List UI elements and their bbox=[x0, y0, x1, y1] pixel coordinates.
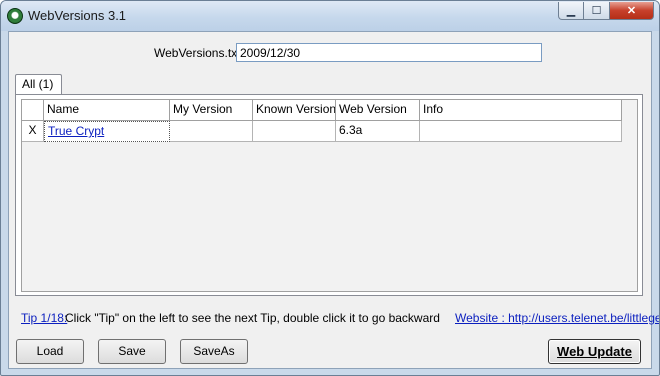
minimize-button[interactable]: ▁ bbox=[558, 2, 584, 20]
table-row[interactable]: X True Crypt 6.3a bbox=[22, 121, 622, 142]
column-header-info[interactable]: Info bbox=[420, 100, 622, 121]
minimize-icon: ▁ bbox=[566, 5, 576, 17]
tab-panel: Name My Version Known Version Web Versio… bbox=[15, 94, 643, 296]
title-bar[interactable]: WebVersions 3.1 ▁ ☐ ✕ bbox=[1, 1, 659, 31]
cell-info[interactable] bbox=[420, 121, 622, 142]
cell-my-version[interactable] bbox=[170, 121, 253, 142]
versions-grid[interactable]: Name My Version Known Version Web Versio… bbox=[21, 99, 638, 292]
maximize-icon: ☐ bbox=[591, 5, 602, 17]
tab-all[interactable]: All (1) bbox=[15, 74, 63, 95]
cell-known-version[interactable] bbox=[253, 121, 336, 142]
tip-text: Click "Tip" on the left to see the next … bbox=[65, 311, 440, 325]
main-content: WebVersions.txt: All (1) Name My Version… bbox=[8, 31, 659, 369]
row-marker[interactable]: X bbox=[22, 121, 44, 142]
column-header-known-version[interactable]: Known Version bbox=[253, 100, 336, 121]
column-header-web-version[interactable]: Web Version bbox=[336, 100, 420, 121]
column-header-my-version[interactable]: My Version bbox=[170, 100, 253, 121]
grid-header: Name My Version Known Version Web Versio… bbox=[22, 100, 622, 121]
column-header-name[interactable]: Name bbox=[44, 100, 170, 121]
cell-web-version[interactable]: 6.3a bbox=[336, 121, 420, 142]
app-window: WebVersions 3.1 ▁ ☐ ✕ WebVersions.txt: A… bbox=[0, 0, 660, 376]
saveas-button[interactable]: SaveAs bbox=[180, 339, 248, 364]
load-button[interactable]: Load bbox=[16, 339, 84, 364]
cell-name[interactable]: True Crypt bbox=[44, 121, 170, 142]
close-icon: ✕ bbox=[626, 5, 637, 17]
maximize-button[interactable]: ☐ bbox=[584, 2, 610, 20]
app-icon bbox=[7, 8, 23, 24]
tip-link[interactable]: Tip 1/18: bbox=[21, 311, 67, 325]
save-button[interactable]: Save bbox=[98, 339, 166, 364]
column-header-marker[interactable] bbox=[22, 100, 44, 121]
file-label: WebVersions.txt: bbox=[154, 46, 244, 60]
website-link[interactable]: Website : http://users.telenet.be/little… bbox=[455, 311, 659, 325]
web-update-button[interactable]: Web Update bbox=[548, 339, 641, 364]
window-title: WebVersions 3.1 bbox=[28, 8, 127, 23]
file-date-input[interactable] bbox=[236, 43, 542, 62]
program-link[interactable]: True Crypt bbox=[48, 124, 104, 138]
close-button[interactable]: ✕ bbox=[610, 2, 654, 20]
